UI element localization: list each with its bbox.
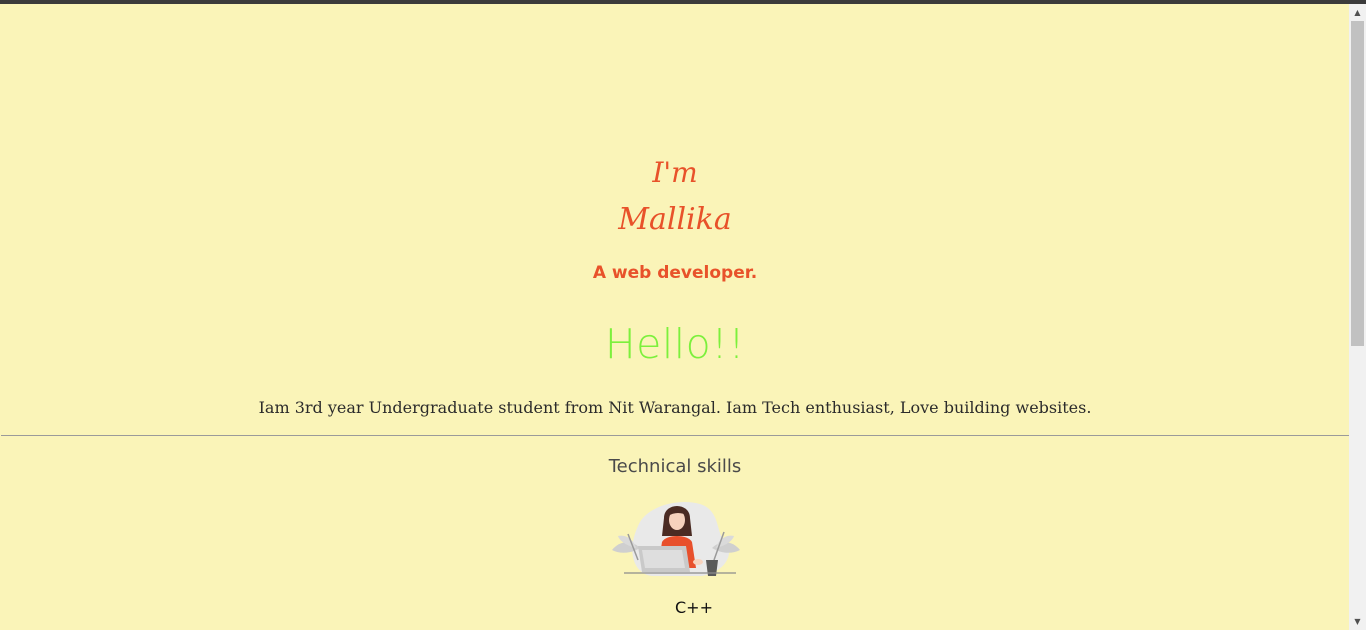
scrollbar-thumb[interactable] [1351, 21, 1364, 346]
page-content: I'm Mallika A web developer. Hello!! Iam… [1, 4, 1349, 630]
skill-item-label: C++ [675, 598, 713, 617]
intro-name: Mallika [618, 202, 732, 237]
scroll-down-arrow-icon[interactable]: ▼ [1349, 613, 1366, 630]
intro-im: I'm [652, 156, 698, 189]
intro-role: A web developer. [592, 263, 758, 283]
bio-text: Iam 3rd year Undergraduate student from … [258, 398, 1092, 417]
section-divider [1, 435, 1349, 436]
woman-with-laptop-illustration [612, 502, 740, 576]
greeting-heading: Hello!! [604, 320, 746, 368]
scroll-up-arrow-icon[interactable]: ▲ [1349, 4, 1366, 21]
vertical-scrollbar[interactable]: ▲ ▼ [1349, 4, 1366, 630]
skills-title: Technical skills [608, 456, 742, 477]
